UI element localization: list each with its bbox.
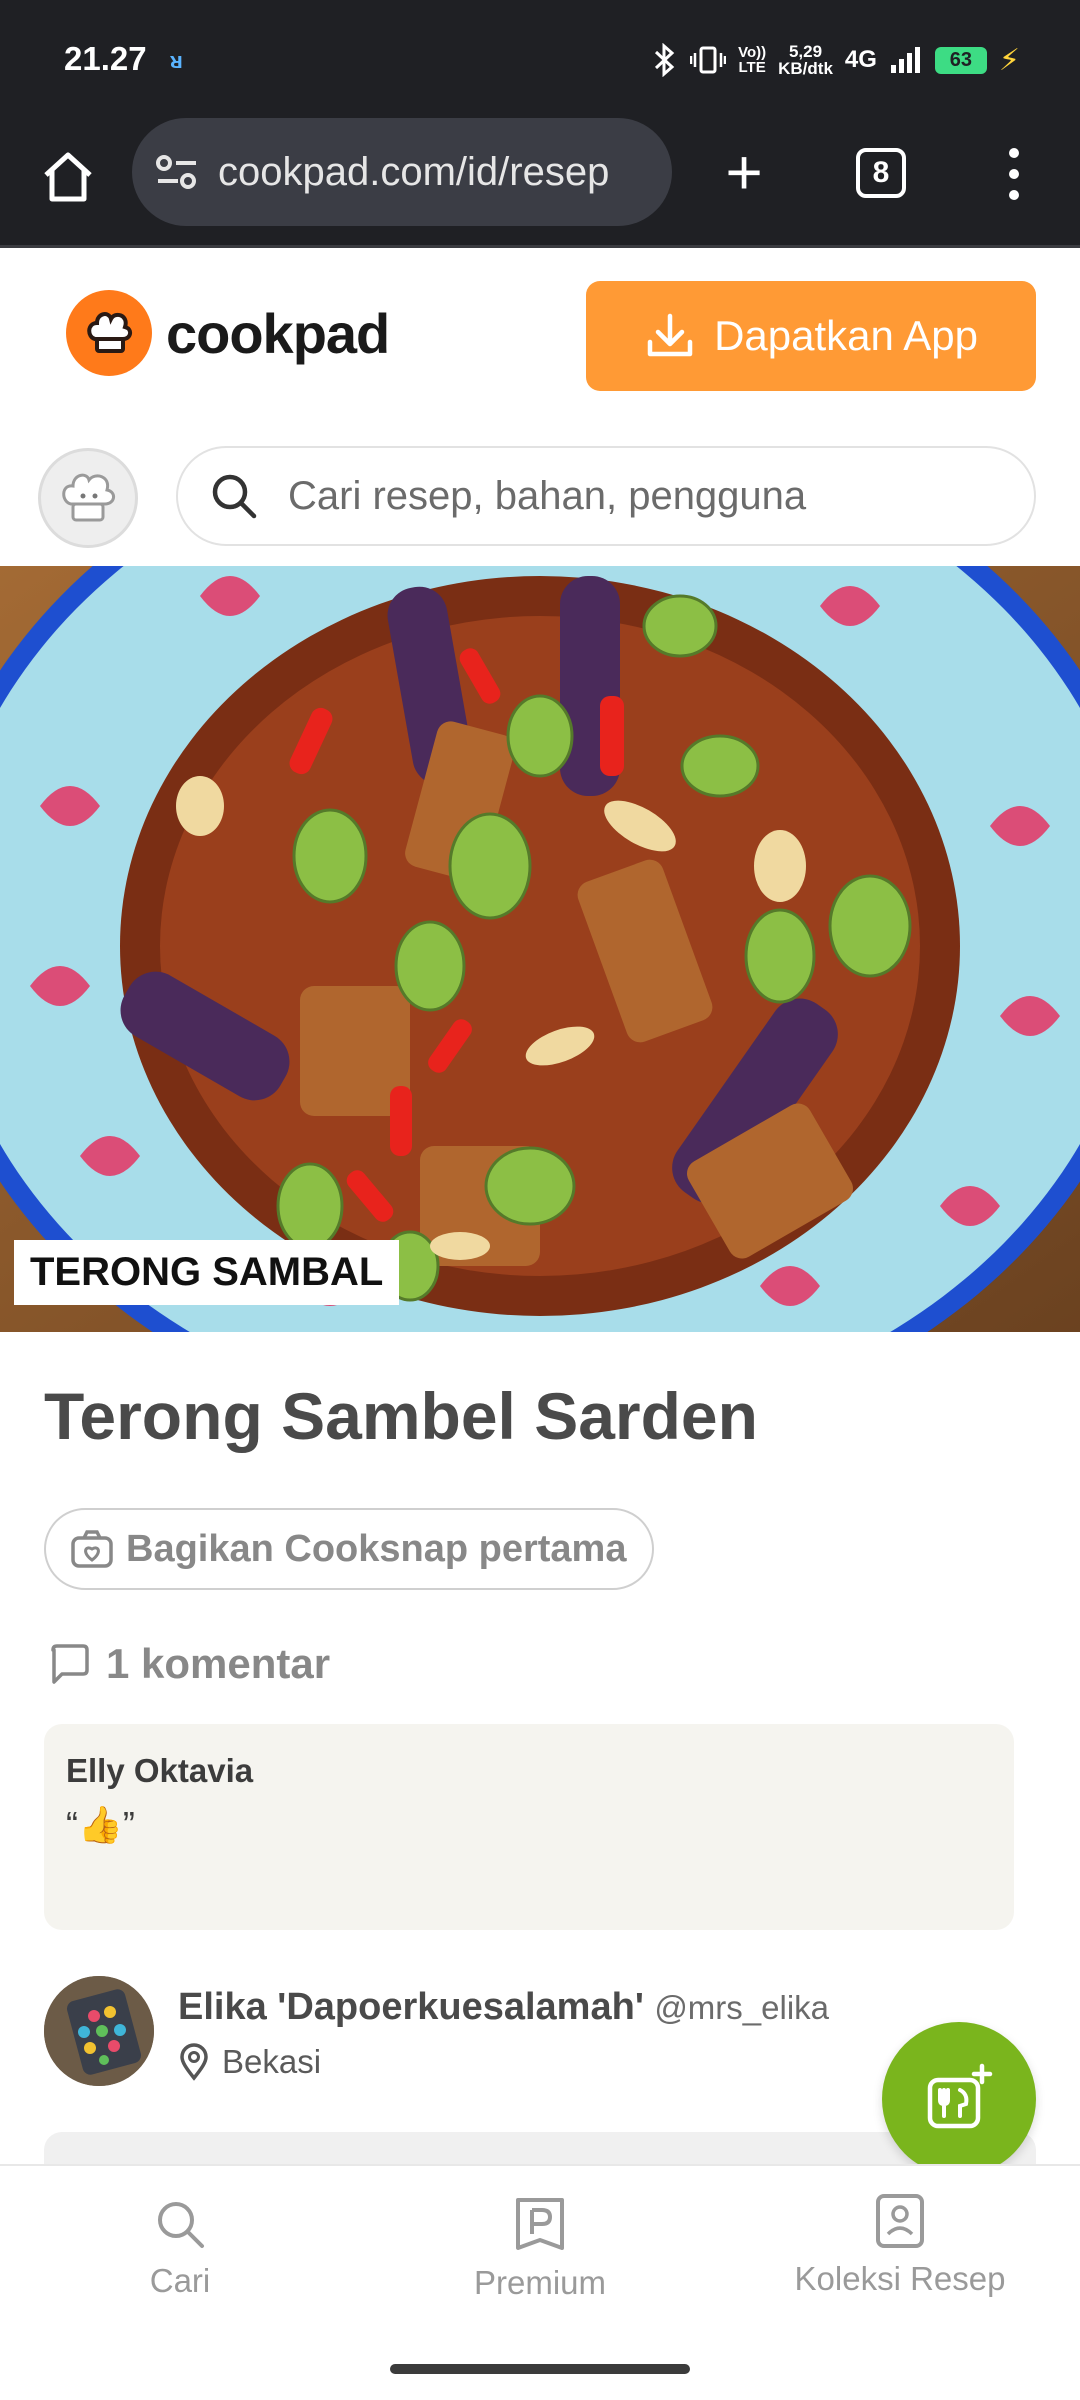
- browser-home-button[interactable]: [36, 145, 100, 209]
- status-bar: 21.27 ᴚ Vo)) LTE 5,29 KB/dtk 4G 63 ⚡: [0, 0, 1080, 118]
- network-type: 4G: [844, 46, 877, 73]
- chef-hat-logo-icon: [66, 290, 152, 376]
- profile-avatar-button[interactable]: [38, 448, 138, 548]
- get-app-label: Dapatkan App: [714, 312, 978, 359]
- browser-toolbar: cookpad.com/id/resep + 8: [0, 118, 1080, 248]
- url-bar[interactable]: cookpad.com/id/resep: [132, 118, 672, 226]
- tab-switcher-button[interactable]: 8: [856, 148, 906, 198]
- author-section[interactable]: Elika 'Dapoerkuesalamah' @mrs_elika Beka…: [44, 1976, 829, 2086]
- get-app-button[interactable]: Dapatkan App: [586, 281, 1036, 391]
- volte-indicator: Vo)) LTE: [738, 44, 767, 76]
- cookpad-logo[interactable]: cookpad: [66, 290, 390, 376]
- search-placeholder: Cari resep, bahan, pengguna: [288, 473, 807, 518]
- author-name-line: Elika 'Dapoerkuesalamah' @mrs_elika: [178, 1986, 829, 2029]
- browser-menu-button[interactable]: [996, 142, 1032, 206]
- logo-text: cookpad: [166, 301, 390, 365]
- nav-item-premium[interactable]: Premium: [390, 2196, 690, 2302]
- download-icon: [647, 313, 693, 357]
- app-notification-icon: ᴚ: [170, 48, 183, 73]
- cooksnap-label: Bagikan Cooksnap pertama: [126, 1527, 627, 1570]
- author-location: Bekasi: [178, 2043, 829, 2081]
- home-icon: [44, 152, 92, 202]
- vibrate-icon: [690, 46, 727, 74]
- camera-heart-icon: [71, 1530, 113, 1568]
- gesture-home-indicator[interactable]: [390, 2364, 690, 2374]
- comment-author: Elly Oktavia: [66, 1752, 254, 1789]
- comments-count: 1 komentar: [106, 1640, 331, 1687]
- add-recipe-icon: [927, 2063, 993, 2129]
- add-recipe-fab[interactable]: [882, 2022, 1036, 2176]
- network-speed: 5,29 KB/dtk: [778, 42, 833, 78]
- author-name[interactable]: Elika 'Dapoerkuesalamah': [178, 1986, 644, 2028]
- comments-link[interactable]: 1 komentar: [48, 1640, 330, 1688]
- battery-icon: 63: [934, 46, 987, 74]
- nav-item-recipe-collection[interactable]: Koleksi Resep: [750, 2192, 1050, 2298]
- search-input[interactable]: Cari resep, bahan, pengguna: [176, 446, 1036, 546]
- author-location-text: Bekasi: [222, 2043, 322, 2080]
- author-info: Elika 'Dapoerkuesalamah' @mrs_elika Beka…: [178, 1986, 829, 2081]
- nav-label-premium: Premium: [473, 2264, 607, 2301]
- nav-item-search[interactable]: Cari: [30, 2196, 330, 2300]
- bluetooth-icon: [655, 43, 675, 77]
- location-pin-icon: [180, 2043, 208, 2081]
- recipe-collection-icon: [876, 2194, 924, 2248]
- url-text: cookpad.com/id/resep: [218, 149, 610, 194]
- site-settings-icon: [156, 155, 196, 189]
- new-tab-button[interactable]: +: [712, 140, 776, 206]
- status-indicators: Vo)) LTE 5,29 KB/dtk 4G 63 ⚡: [652, 36, 1020, 84]
- search-icon: [212, 474, 257, 519]
- recipe-title: Terong Sambel Sarden: [44, 1379, 758, 1453]
- comment-card[interactable]: Elly Oktavia “👍”: [44, 1724, 1014, 1930]
- nav-label-recipe-collection: Koleksi Resep: [794, 2260, 1006, 2297]
- status-time: 21.27: [64, 40, 147, 77]
- hero-overlay-label: TERONG SAMBAL: [14, 1240, 400, 1305]
- search-icon: [158, 2202, 204, 2248]
- comment-text: “👍”: [66, 1804, 135, 1845]
- chef-hat-icon: [62, 473, 115, 522]
- author-avatar[interactable]: [44, 1976, 154, 2086]
- comment-icon: [51, 1644, 89, 1684]
- share-cooksnap-button[interactable]: Bagikan Cooksnap pertama: [44, 1508, 654, 1590]
- recipe-photo: [0, 566, 1080, 1332]
- recipe-hero-image: TERONG SAMBAL: [0, 566, 1080, 1332]
- charging-icon: ⚡: [998, 43, 1020, 77]
- author-handle: @mrs_elika: [654, 1989, 830, 2026]
- signal-icon: [890, 47, 920, 73]
- nav-label-search: Cari: [149, 2262, 211, 2299]
- premium-icon: [516, 2198, 564, 2250]
